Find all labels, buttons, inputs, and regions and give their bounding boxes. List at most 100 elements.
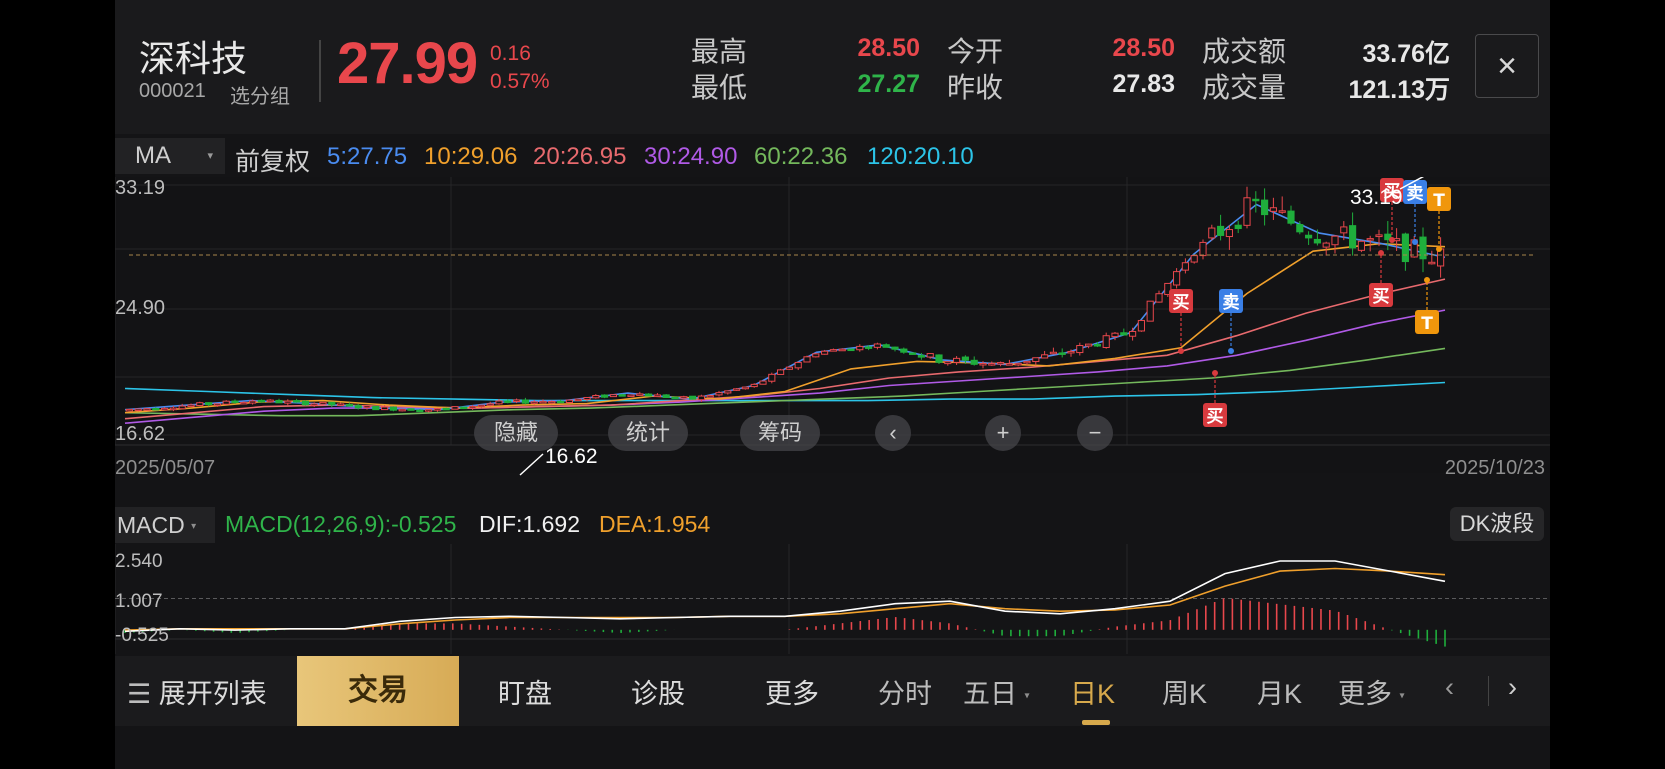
quote-value-amount: 33.76亿 <box>1362 40 1450 68</box>
diagnose-button[interactable]: 诊股 <box>631 672 685 711</box>
candle-down <box>389 406 397 411</box>
macd-y-low-label: -0.525 <box>115 625 169 646</box>
candle-up <box>425 409 433 412</box>
ma20-line <box>124 278 1446 420</box>
x-axis-end-label: 2025/10/23 <box>1445 457 1545 477</box>
chevron-right-icon[interactable]: › <box>1508 672 1517 703</box>
candle-down <box>372 405 380 411</box>
candle-up <box>829 349 837 352</box>
candle-up <box>1278 210 1286 213</box>
candle-up <box>785 366 793 370</box>
macd-dea: DEA:1.954 <box>599 511 711 537</box>
candle-up <box>1085 343 1093 347</box>
candle-up <box>741 386 749 390</box>
tab-intraday[interactable]: 分时 <box>878 672 932 711</box>
group-selector[interactable]: 选分组 <box>230 80 290 109</box>
watch-button[interactable]: 盯盘 <box>498 672 552 711</box>
hide-button[interactable]: 隐藏 <box>474 415 558 451</box>
zoom-out-icon[interactable]: − <box>1077 415 1113 451</box>
candle-up <box>1102 335 1110 348</box>
more-button[interactable]: 更多 <box>765 672 819 711</box>
candle-up <box>926 353 934 358</box>
price-change-pct: 0.57% <box>490 70 550 93</box>
chips-button[interactable]: 筹码 <box>740 415 820 451</box>
candle-down <box>1058 352 1066 355</box>
stats-button[interactable]: 统计 <box>608 415 688 451</box>
candle-up <box>1428 261 1436 265</box>
macd-chart[interactable]: 2.540 1.007 -0.525 <box>115 544 1550 654</box>
candle-up <box>530 401 538 404</box>
macd-lines <box>124 560 1446 633</box>
candle-down <box>328 401 336 406</box>
candle-up <box>1243 197 1251 226</box>
candle-up <box>125 408 133 412</box>
candle-up <box>838 348 846 352</box>
candle-down <box>1287 210 1295 224</box>
macd-selector[interactable]: MACD ▾ <box>115 507 215 543</box>
candle-down <box>1401 233 1409 263</box>
candle-down <box>231 400 239 404</box>
chevron-left-icon[interactable]: ‹ <box>875 415 911 451</box>
signal-label: 买 <box>1173 293 1190 313</box>
candle-up <box>724 390 732 394</box>
candle-up <box>997 362 1005 365</box>
candle-down <box>1093 344 1101 347</box>
tab-five-day[interactable]: 五日 ▾ <box>963 672 1030 711</box>
candle-up <box>1146 300 1154 322</box>
candle-down <box>689 395 697 400</box>
candle-up <box>310 403 318 406</box>
candle-down <box>205 402 213 406</box>
tab-monthly-k[interactable]: 月K <box>1257 672 1302 711</box>
tab-more-periods[interactable]: 更多 ▾ <box>1338 672 1405 711</box>
candle-down <box>618 394 626 397</box>
dif-line <box>124 560 1446 633</box>
dk-wave-button[interactable]: DK波段 <box>1450 507 1544 541</box>
candle-up <box>284 400 292 404</box>
zoom-in-icon[interactable]: + <box>985 415 1021 451</box>
candle-down <box>504 400 512 403</box>
candle-up <box>319 401 327 405</box>
candle-up <box>583 397 591 401</box>
tab-daily-k[interactable]: 日K <box>1070 672 1115 711</box>
candle-down <box>407 408 415 411</box>
candle-up <box>363 405 371 409</box>
candle-down <box>1313 238 1321 244</box>
ma20-value: 20:26.95 <box>533 143 627 170</box>
candle-down <box>935 354 943 363</box>
candle-up <box>979 362 987 366</box>
candle-down <box>847 348 855 352</box>
candle-up <box>1375 234 1383 238</box>
candle-down <box>909 352 917 355</box>
candle-up <box>1208 227 1216 239</box>
indicator-selector[interactable]: MA ▾ <box>115 138 225 174</box>
list-icon: ☰ <box>127 679 152 709</box>
signal-dot <box>1424 277 1430 283</box>
candle-down <box>1349 225 1357 249</box>
signal-label: 卖 <box>1223 292 1240 313</box>
price-adjust-toggle[interactable]: 前复权 <box>235 142 310 178</box>
signal-label: 买 <box>1373 287 1390 307</box>
kline-chart[interactable]: 买卖买买 卖买TT 33.19 24.90 16.62 2025/05/07 20… <box>115 177 1550 477</box>
price-change: 0.16 <box>490 42 531 65</box>
candle-up <box>944 361 952 365</box>
candle-up <box>539 400 547 404</box>
expand-list-button[interactable]: ☰ 展开列表 <box>127 672 267 711</box>
tab-weekly-k[interactable]: 周K <box>1162 672 1207 711</box>
ma5-line <box>124 203 1446 411</box>
stock-chart-app: 深科技 000021 选分组 27.99 0.16 0.57% 最高 28.50… <box>115 0 1550 769</box>
macd-header: MACD ▾ MACD(12,26,9):-0.525 DIF:1.692 DE… <box>115 507 1550 543</box>
trade-button[interactable]: 交易 <box>297 656 459 726</box>
signal-dot <box>1228 348 1234 354</box>
chevron-left-icon[interactable]: ‹ <box>1445 672 1454 703</box>
candle-down <box>557 400 565 404</box>
candle-up <box>759 380 767 385</box>
candle-up <box>988 363 996 366</box>
candle-down <box>970 359 978 365</box>
candle-up <box>495 400 503 405</box>
candle-up <box>574 398 582 402</box>
candle-up <box>821 350 829 355</box>
candle-up <box>1199 241 1207 257</box>
close-button[interactable]: × <box>1475 34 1539 98</box>
nav-divider <box>1488 676 1489 706</box>
candle-up <box>548 400 556 404</box>
